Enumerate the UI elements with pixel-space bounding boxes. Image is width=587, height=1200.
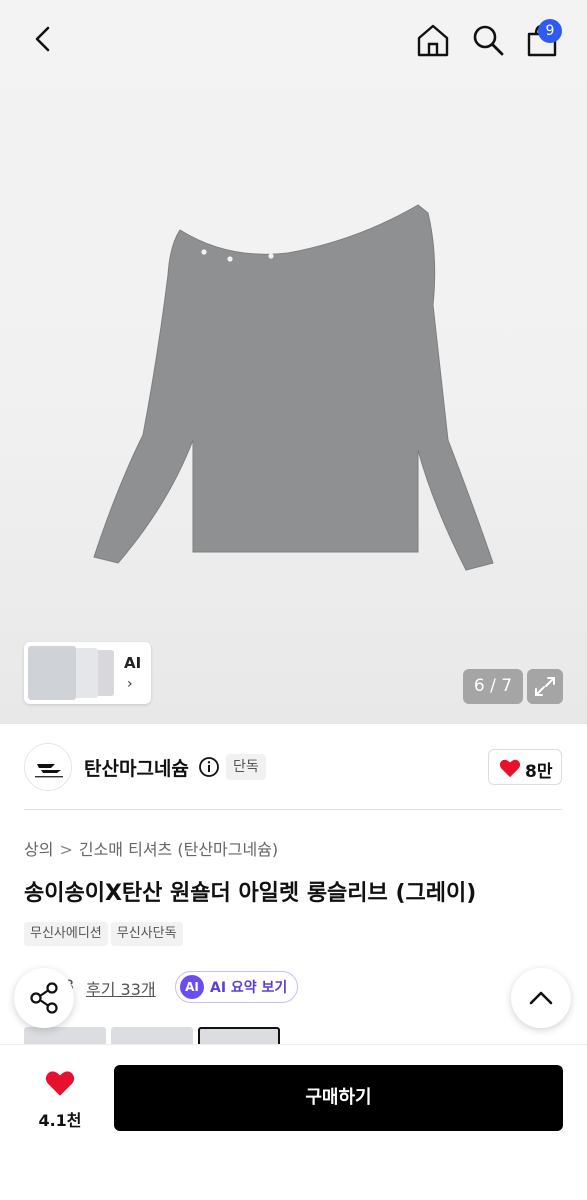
info-icon[interactable] bbox=[198, 756, 220, 778]
heart-icon bbox=[45, 1071, 75, 1096]
expand-icon[interactable] bbox=[527, 669, 563, 704]
breadcrumb-subcategory[interactable]: 긴소매 티셔츠 (탄산마그네슘) bbox=[79, 840, 278, 859]
breadcrumb-category[interactable]: 상의 bbox=[24, 840, 53, 859]
exclusive-badge: 단독 bbox=[226, 754, 266, 780]
share-button[interactable] bbox=[14, 968, 74, 1028]
buy-button[interactable]: 구매하기 bbox=[114, 1065, 563, 1131]
chevron-right-icon: > bbox=[59, 840, 73, 859]
back-arrow-icon[interactable] bbox=[26, 22, 60, 56]
chevron-right-icon: › bbox=[127, 676, 133, 692]
ai-summary-label: AI 요약 보기 bbox=[210, 980, 288, 996]
image-counter: 6 / 7 bbox=[463, 669, 523, 704]
ai-label: AI bbox=[124, 654, 142, 672]
scroll-to-top-button[interactable] bbox=[511, 968, 571, 1028]
thumbnail-image bbox=[28, 646, 76, 700]
wishlist-button[interactable]: 4.1천 bbox=[28, 1065, 92, 1135]
divider bbox=[24, 809, 562, 810]
breadcrumb: 상의 > 긴소매 티셔츠 (탄산마그네슘) bbox=[24, 836, 278, 860]
review-row: 3 후기 33개 AI AI 요약 보기 bbox=[24, 970, 584, 1004]
product-image-gallery[interactable]: 9 AI › 6 / 7 bbox=[0, 0, 587, 724]
wishlist-count: 4.1천 bbox=[38, 1111, 82, 1130]
chevron-up-icon bbox=[529, 991, 553, 1005]
brand-logo-mark bbox=[35, 764, 63, 778]
product-title: 송이송이X탄산 원숄더 아일렛 롱슬리브 (그레이) bbox=[24, 881, 477, 906]
bottom-action-bar: 4.1천 구매하기 bbox=[0, 1044, 587, 1200]
product-tags: 무신사에디션 무신사단독 bbox=[24, 922, 186, 946]
ai-icon: AI bbox=[180, 975, 204, 999]
ai-summary-button[interactable]: AI AI 요약 보기 bbox=[175, 971, 299, 1003]
heart-icon bbox=[499, 759, 521, 778]
cart-count-badge: 9 bbox=[538, 19, 562, 43]
ai-thumbnail-preview[interactable]: AI › bbox=[24, 642, 151, 704]
brand-name[interactable]: 탄산마그네슘 bbox=[84, 754, 189, 781]
brand-like-button[interactable]: 8만 bbox=[488, 749, 562, 785]
product-image bbox=[93, 204, 494, 571]
brand-logo[interactable] bbox=[24, 743, 72, 791]
review-link[interactable]: 후기 33개 bbox=[86, 976, 156, 1000]
tag-musinsa-edition: 무신사에디션 bbox=[24, 922, 108, 946]
tag-musinsa-exclusive: 무신사단독 bbox=[110, 922, 183, 946]
brand-like-count: 8만 bbox=[525, 762, 553, 782]
top-navigation: 9 bbox=[0, 0, 587, 80]
share-icon bbox=[30, 982, 58, 1014]
brand-row: 탄산마그네슘 단독 8만 bbox=[0, 740, 587, 794]
home-icon[interactable] bbox=[415, 22, 451, 58]
search-icon[interactable] bbox=[470, 22, 506, 58]
